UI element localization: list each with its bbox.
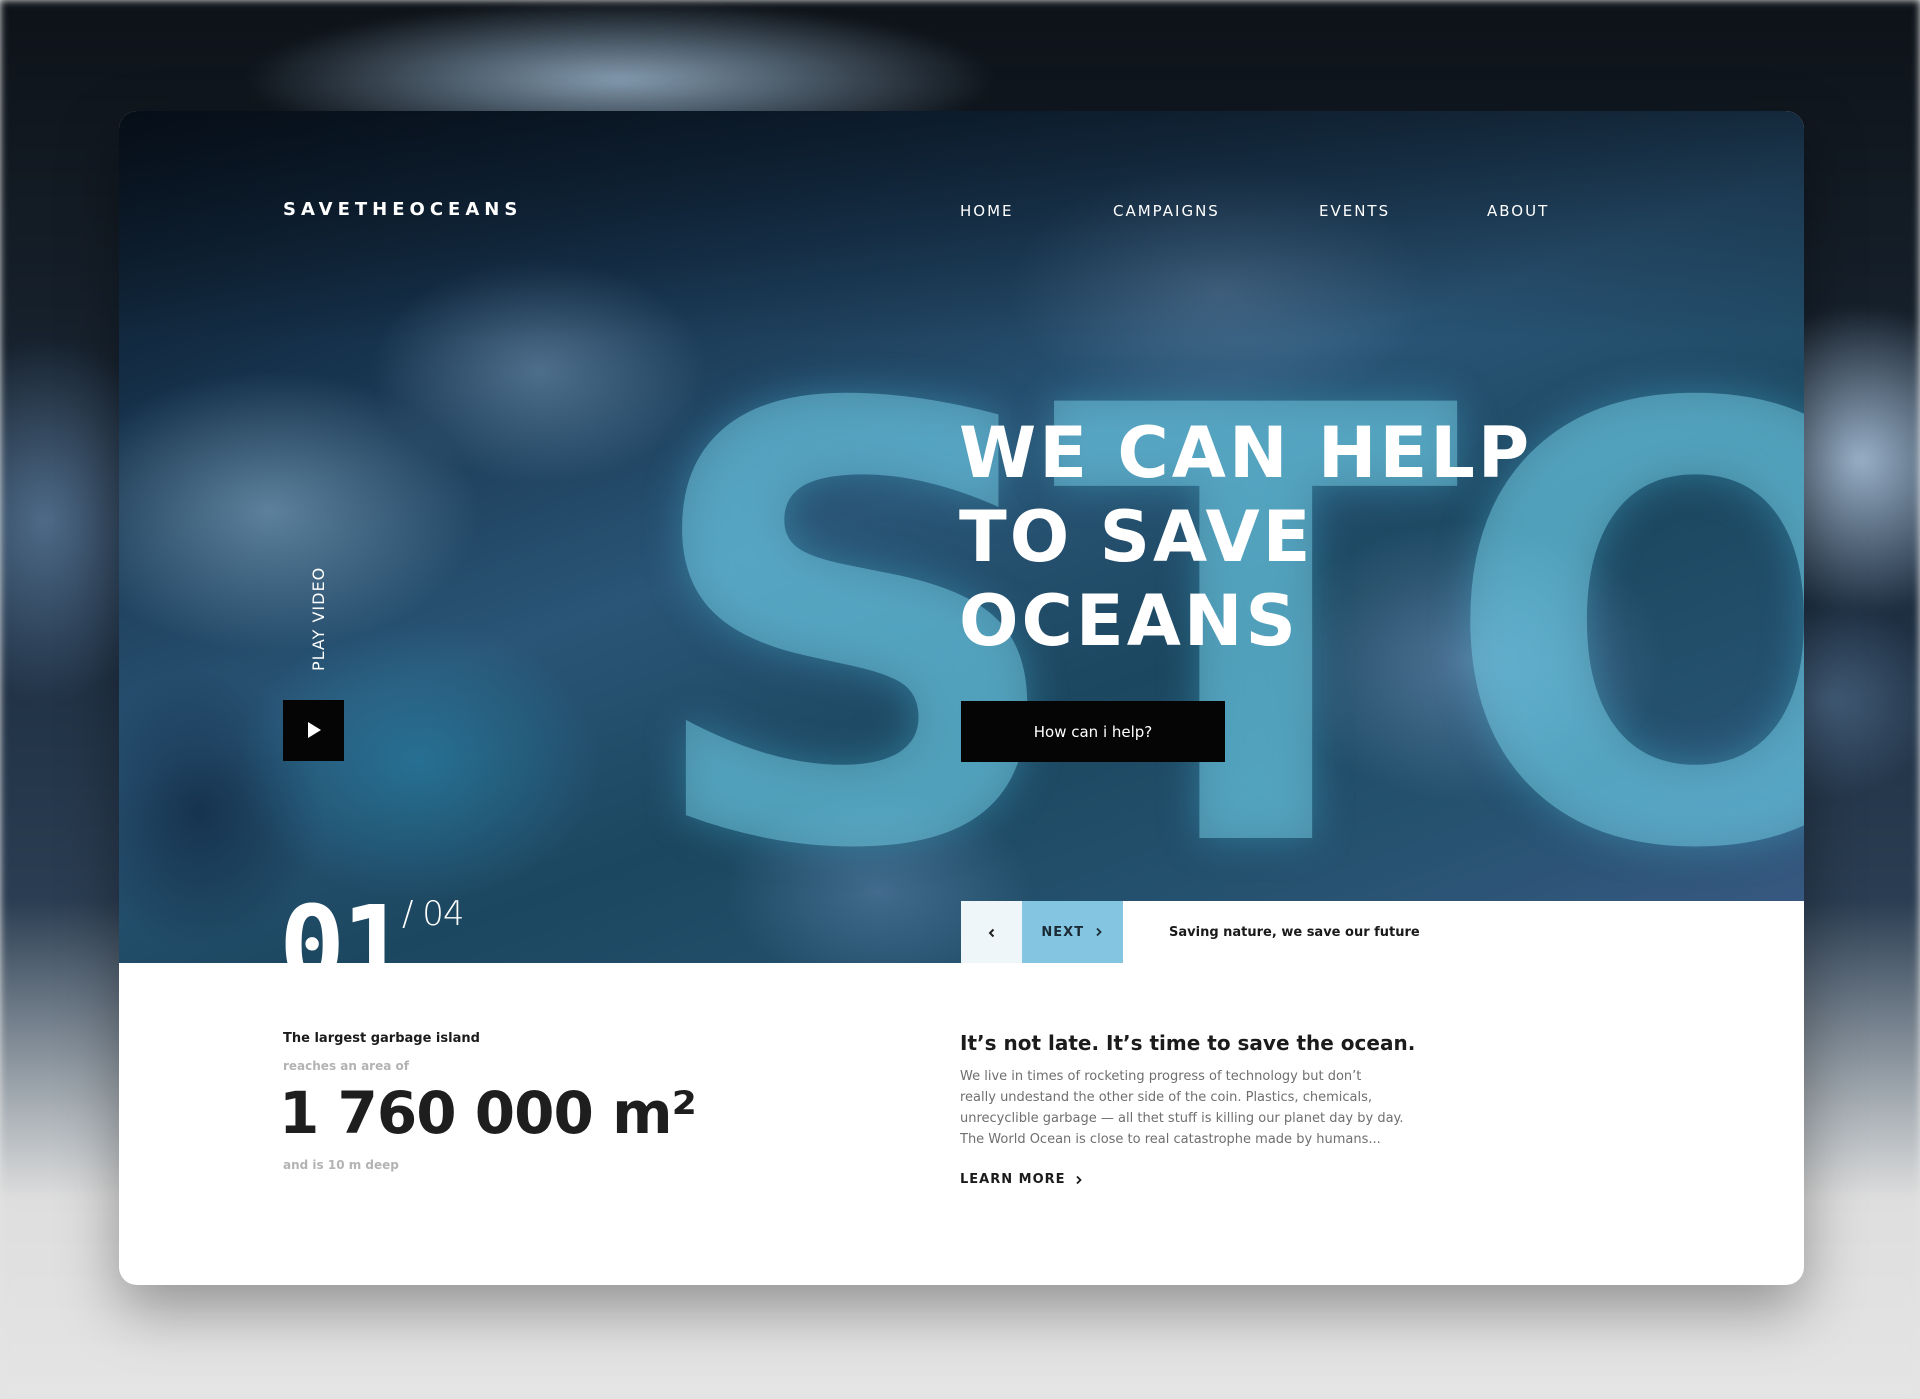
how-can-i-help-button[interactable]: How can i help? [961,701,1225,762]
slider-controls: NEXT Saving nature, we save our future [961,901,1804,963]
chevron-right-icon [1095,927,1102,937]
play-icon [308,722,321,738]
headline-line: WE CAN HELP [959,412,1533,494]
nav-home[interactable]: HOME [960,202,1014,220]
nav-events[interactable]: EVENTS [1319,202,1390,220]
nav-about[interactable]: ABOUT [1487,202,1549,220]
headline-line: TO SAVE [959,496,1314,578]
play-video-button[interactable] [283,700,344,761]
hero-headline: WE CAN HELP TO SAVE OCEANS [959,411,1779,663]
learn-more-link[interactable]: LEARN MORE [960,1172,1084,1187]
play-video-label[interactable]: PLAY VIDEO [309,567,328,671]
nav-campaigns[interactable]: CAMPAIGNS [1113,202,1220,220]
article-body-line: We live in times of rocketing progress o… [960,1069,1362,1084]
article-title: It’s not late. It’s time to save the oce… [960,1031,1416,1055]
stat-footnote: and is 10 m deep [283,1158,399,1172]
slider-caption: Saving nature, we save our future [1169,925,1420,940]
headline-line: OCEANS [959,580,1299,662]
article-body-line: The World Ocean is close to real catastr… [960,1132,1381,1147]
stat-value: 1 760 000 m² [279,1079,697,1147]
stat-title: The largest garbage island [283,1031,480,1046]
article-body-line: unrecyclible garbage — all thet stuff is… [960,1111,1404,1126]
chevron-left-icon [988,928,994,938]
hero-section: STO SAVETHEOCEANS HOME CAMPAIGNS EVENTS … [119,111,1804,963]
next-label: NEXT [1041,924,1085,940]
chevron-right-icon [1076,1175,1082,1184]
article-body: We live in times of rocketing progress o… [960,1066,1420,1150]
next-slide-button[interactable]: NEXT [1022,901,1123,963]
prev-slide-button[interactable] [961,901,1022,963]
slide-current-number: 01 [279,882,404,963]
site-logo[interactable]: SAVETHEOCEANS [283,199,522,220]
learn-more-label: LEARN MORE [960,1172,1066,1187]
website-card: STO SAVETHEOCEANS HOME CAMPAIGNS EVENTS … [119,111,1804,1285]
slide-total-count: / 04 [402,894,465,934]
stat-subtitle: reaches an area of [283,1059,409,1073]
article-body-line: really undestand the other side of the c… [960,1090,1372,1105]
